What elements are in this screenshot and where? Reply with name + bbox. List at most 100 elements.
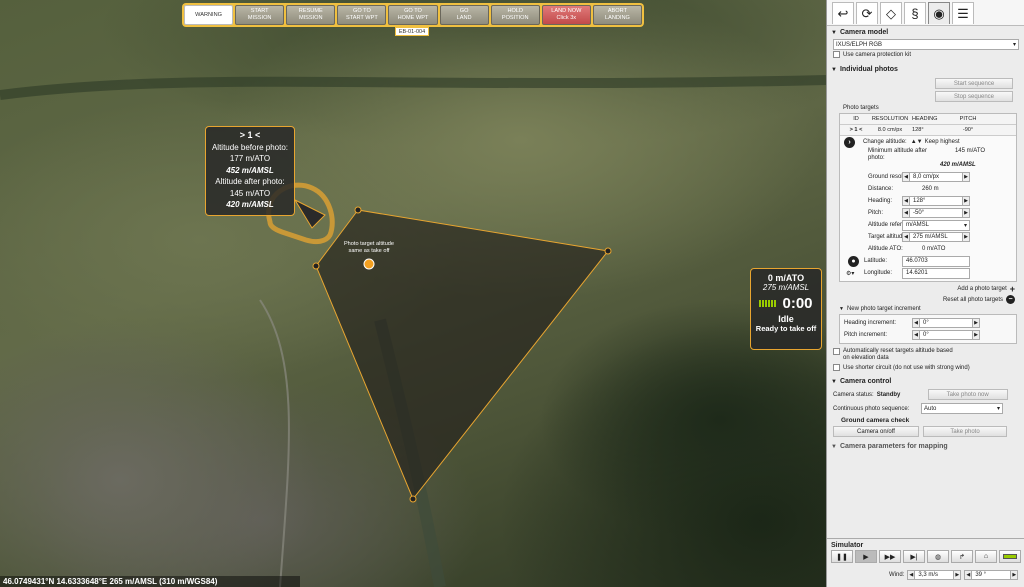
wind-label: Wind: — [889, 572, 905, 578]
shorter-circuit-checkbox[interactable] — [833, 364, 840, 371]
waypoint-tag: EB-01-004 — [395, 27, 429, 36]
drone-status-box: 0 m/ATO 275 m/AMSL 0:00 Idle Ready to ta… — [750, 268, 822, 350]
command-toolbar: WARNING START MISSION RESUME MISSION GO … — [182, 3, 644, 27]
wind-direction-stepper[interactable]: ◀ 39 ° ▶ — [964, 570, 1019, 580]
launch-icon[interactable]: ↱ — [951, 550, 973, 563]
square-icon[interactable]: ◇ — [880, 2, 902, 24]
target-altitude-stepper[interactable]: ◀ 275 m/AMSL ▶ — [902, 232, 970, 242]
warning-button[interactable]: WARNING — [184, 5, 234, 25]
min-alt-amsl: 420 m/AMSL — [940, 162, 976, 168]
altitude-ato-value: 0 m/ATO — [922, 246, 946, 252]
land-now-button[interactable]: LAND NOW Click 3x — [541, 5, 591, 25]
change-altitude-label: Change altitude: — [863, 139, 907, 145]
alt-before-amsl: 452 m/AMSL — [226, 165, 274, 175]
ready-status: Ready to take off — [755, 324, 817, 333]
take-photo-button[interactable]: Take photo — [923, 426, 1007, 437]
battery-sim-icon[interactable] — [999, 550, 1021, 563]
altitude-ato: 0 m/ATO — [767, 273, 805, 283]
abort-landing-button[interactable]: ABORT LANDING — [592, 5, 642, 25]
camera-icon[interactable]: ◉ — [928, 2, 950, 24]
right-panel: ↩ ⟳ ◇ § ◉ ☰ ▼ Camera model IXUS/ELPH RGB ▾… — [826, 0, 1024, 587]
start-sequence-button[interactable]: Start sequence — [935, 78, 1013, 89]
pitch-stepper[interactable]: ◀ -50° ▶ — [902, 208, 970, 218]
map-overlay — [0, 75, 826, 587]
simulator-header[interactable]: Simulator — [827, 539, 1024, 550]
ground-resolution-stepper[interactable]: ◀ 8,0 cm/px ▶ — [902, 172, 970, 182]
refresh-icon[interactable]: ⟳ — [856, 2, 878, 24]
go-to-start-wpt-button[interactable]: GO TO START WPT — [337, 5, 387, 25]
settings-gear-icon[interactable]: ⚙▾ — [840, 270, 864, 277]
location-pin-icon[interactable]: ◍ — [927, 550, 949, 563]
col-heading: HEADING — [912, 116, 938, 122]
alt-after-ato: 145 m/ATO — [229, 188, 271, 198]
camera-model-header[interactable]: ▼ Camera model — [827, 26, 1024, 39]
photo-target-marker — [363, 258, 375, 270]
min-alt-ato: 145 m/ATO — [954, 148, 986, 154]
camera-onoff-button[interactable]: Camera on/off — [833, 426, 919, 437]
keep-highest-label: Keep highest — [924, 139, 960, 145]
target-id: > 1 < — [239, 130, 261, 140]
start-mission-button[interactable]: START MISSION — [235, 5, 285, 25]
heading-increment-stepper[interactable]: ◀ 0° ▶ — [912, 318, 980, 328]
plus-icon[interactable]: + — [1010, 284, 1015, 294]
camera-model-select[interactable]: IXUS/ELPH RGB ▾ — [833, 39, 1019, 50]
location-icon[interactable]: ● — [848, 255, 859, 267]
go-land-button[interactable]: GO LAND — [439, 5, 489, 25]
protection-kit-label: Use camera protection kit — [843, 51, 912, 58]
individual-photos-header[interactable]: ▼ Individual photos — [827, 63, 1024, 76]
fast-forward-icon[interactable]: ▶▶ — [879, 550, 901, 563]
photo-target-map-label: Photo target altitude same as take off — [343, 241, 395, 254]
protection-kit-checkbox[interactable] — [833, 51, 840, 58]
hold-position-button[interactable]: HOLD POSITION — [490, 5, 540, 25]
reset-targets-label[interactable]: Reset all photo targets — [943, 297, 1003, 303]
table-row[interactable]: > 1 < 8.0 cm/px 128° -90° — [840, 125, 1016, 135]
altitude-reference-select[interactable]: m/AMSL ▾ — [902, 219, 970, 231]
distance-value: 260 m — [922, 186, 939, 192]
wind-speed-stepper[interactable]: ◀ 3,3 m/s ▶ — [907, 570, 962, 580]
auto-reset-label: Automatically reset targets altitude bas… — [843, 348, 953, 361]
spring-icon[interactable]: § — [904, 2, 926, 24]
latitude-field[interactable]: 46.0703 — [902, 255, 970, 267]
camera-control-header[interactable]: ▼ Camera control — [827, 375, 1024, 388]
skip-icon[interactable]: ▶| — [903, 550, 925, 563]
play-icon[interactable]: ▶ — [855, 550, 877, 563]
sliders-icon[interactable]: ☰ — [952, 2, 974, 24]
map-view[interactable]: WARNING START MISSION RESUME MISSION GO … — [0, 0, 826, 587]
add-target-label[interactable]: Add a photo target — [957, 286, 1006, 292]
cursor-coordinates: 46.0749431°N 14.6333648°E 265 m/AMSL (31… — [0, 576, 300, 587]
battery-icon — [759, 300, 777, 307]
heading-stepper[interactable]: ◀ 128° ▶ — [902, 196, 970, 206]
alt-before-ato: 177 m/ATO — [229, 154, 271, 163]
ground-camera-check-label: Ground camera check — [841, 417, 910, 424]
camera-status: Standby — [876, 391, 901, 398]
altitude-amsl: 275 m/AMSL — [762, 283, 810, 292]
collapse-icon[interactable]: › — [844, 136, 855, 148]
shorter-circuit-label: Use shorter circuit (do not use with str… — [843, 364, 970, 371]
photo-target-info: > 1 < Altitude before photo: 177 m/ATO 4… — [205, 126, 295, 216]
stop-sequence-button[interactable]: Stop sequence — [935, 91, 1013, 102]
alt-after-amsl: 420 m/AMSL — [226, 200, 274, 209]
min-alt-label: Minimum altitude after photo: — [868, 148, 928, 161]
parachute-icon[interactable]: ⌂ — [975, 550, 997, 563]
route-icon[interactable]: ↩ — [832, 2, 854, 24]
alt-before-label: Altitude before photo: — [211, 142, 289, 152]
collapse-arrow-icon[interactable]: ▼ — [839, 306, 844, 312]
go-to-home-wpt-button[interactable]: GO TO HOME WPT — [388, 5, 438, 25]
resume-mission-button[interactable]: RESUME MISSION — [286, 5, 336, 25]
col-resolution: RESOLUTION — [871, 116, 909, 122]
flight-timer: 0:00 — [782, 295, 813, 312]
camera-params-header[interactable]: ▼ Camera parameters for mapping — [827, 440, 1024, 453]
new-increment-label: New photo target increment — [846, 306, 921, 312]
take-photo-now-button[interactable]: Take photo now — [927, 389, 1008, 400]
continuous-sequence-select[interactable]: Auto ▾ — [921, 403, 1003, 414]
minus-icon[interactable]: − — [1006, 295, 1015, 304]
auto-reset-checkbox[interactable] — [833, 348, 840, 355]
longitude-field[interactable]: 14.6201 — [902, 267, 970, 279]
pitch-increment-stepper[interactable]: ◀ 0° ▶ — [912, 330, 980, 340]
alt-after-label: Altitude after photo: — [215, 177, 285, 186]
pause-icon[interactable]: ❚❚ — [831, 550, 853, 563]
keep-highest-icon[interactable]: ▲▼ — [907, 139, 923, 145]
col-pitch: PITCH — [959, 116, 977, 122]
photo-targets-label: Photo targets — [843, 105, 879, 111]
drone-state: Idle — [778, 314, 794, 324]
